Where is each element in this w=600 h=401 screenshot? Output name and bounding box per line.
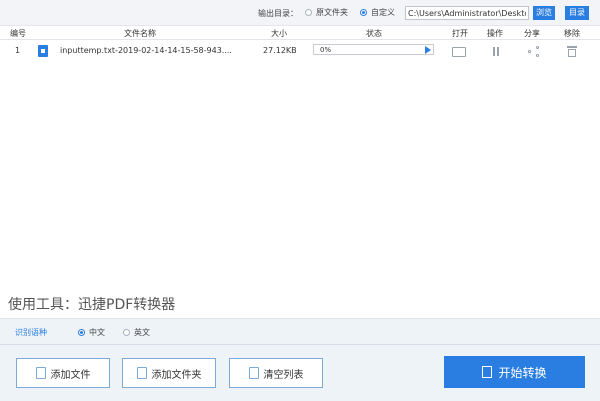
radio-label: 中文 <box>89 328 105 337</box>
radio-custom-folder[interactable]: 自定义 <box>360 7 395 18</box>
share-node <box>528 50 531 53</box>
language-label: 识别语种 <box>15 328 47 337</box>
header-operate: 操作 <box>487 29 503 38</box>
button-label: 添加文件 <box>50 369 91 381</box>
clear-list-button[interactable]: 清空列表 <box>229 358 323 388</box>
start-icon <box>482 366 493 378</box>
progress-text: 0% <box>320 46 332 54</box>
radio-language-chinese[interactable]: 中文 <box>78 327 105 338</box>
add-file-button[interactable]: 添加文件 <box>16 358 110 388</box>
clear-list-icon <box>248 367 259 379</box>
header-share: 分享 <box>524 29 540 38</box>
directory-button[interactable]: 目录 <box>565 6 589 20</box>
file-icon <box>38 45 48 57</box>
radio-language-english[interactable]: 英文 <box>123 327 150 338</box>
header-remove: 移除 <box>564 29 580 38</box>
button-label: 添加文件夹 <box>151 369 202 381</box>
trash-icon[interactable] <box>567 46 577 57</box>
progress-bar: 0% <box>313 44 434 55</box>
tool-label: 使用工具：迅捷PDF转换器 <box>8 297 176 313</box>
output-path-input[interactable] <box>405 6 529 20</box>
row-file-size: 27.12KB <box>263 46 297 55</box>
share-icon[interactable] <box>528 46 540 58</box>
radio-selected-icon <box>360 9 367 16</box>
header-size: 大小 <box>271 29 287 38</box>
folder-open-icon[interactable] <box>452 47 466 57</box>
header-no: 编号 <box>10 29 26 38</box>
table-row[interactable]: 1 inputtemp.txt-2019-02-14-14-15-58-943.… <box>0 42 600 60</box>
radio-icon <box>305 9 312 16</box>
trash-body <box>568 49 576 57</box>
header-name: 文件名称 <box>124 29 156 38</box>
add-file-icon <box>35 367 46 379</box>
browse-button[interactable]: 浏览 <box>533 6 555 20</box>
output-dir-label: 输出目录： <box>258 9 298 18</box>
divider <box>0 344 600 345</box>
start-convert-button[interactable]: 开始转换 <box>444 356 585 388</box>
trash-lid <box>567 46 577 48</box>
radio-label: 英文 <box>134 328 150 337</box>
row-file-name: inputtemp.txt-2019-02-14-14-15-58-943...… <box>60 46 232 55</box>
row-no: 1 <box>15 46 21 55</box>
share-node <box>536 54 539 57</box>
header-status: 状态 <box>366 29 382 38</box>
radio-label: 自定义 <box>371 8 395 17</box>
share-node <box>536 46 539 49</box>
radio-selected-icon <box>78 329 85 336</box>
header-open: 打开 <box>452 29 468 38</box>
pause-icon[interactable] <box>493 47 499 56</box>
table-header <box>0 26 600 40</box>
button-label: 清空列表 <box>263 369 304 381</box>
radio-icon <box>123 329 130 336</box>
button-label: 开始转换 <box>498 365 547 380</box>
add-folder-icon <box>136 367 147 379</box>
play-icon[interactable] <box>425 46 431 54</box>
add-folder-button[interactable]: 添加文件夹 <box>122 358 216 388</box>
radio-label: 原文件夹 <box>316 8 348 17</box>
radio-original-folder[interactable]: 原文件夹 <box>305 7 348 18</box>
